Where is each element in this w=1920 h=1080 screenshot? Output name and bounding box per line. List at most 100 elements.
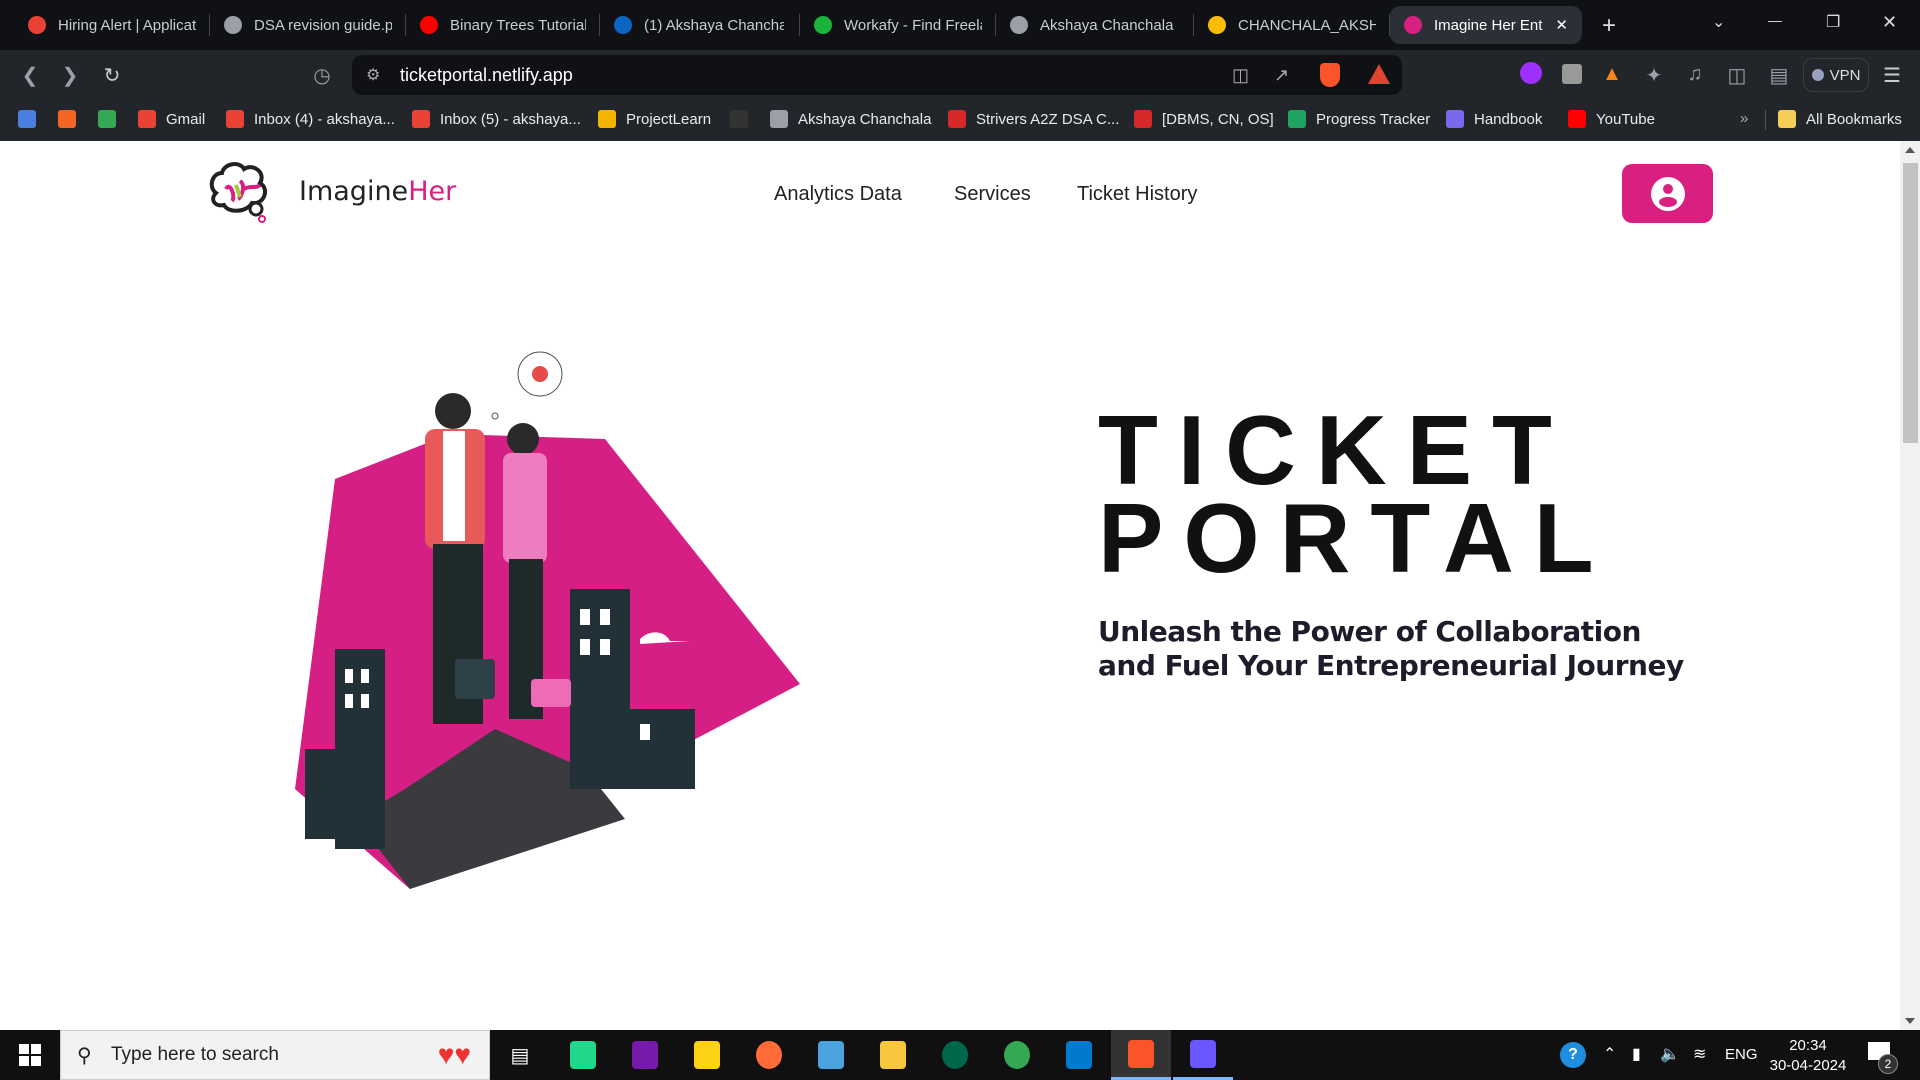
minimize-icon[interactable]: — — [1768, 12, 1782, 28]
bookmark-item[interactable] — [18, 110, 36, 128]
bookmark-item[interactable]: YouTube — [1568, 110, 1655, 128]
taskbar-app[interactable] — [863, 1030, 923, 1080]
scroll-up-icon[interactable] — [1905, 147, 1915, 153]
menu-icon[interactable]: ☰ — [1880, 63, 1904, 88]
nav-services[interactable]: Services — [954, 183, 1031, 206]
taskbar-app[interactable] — [1173, 1030, 1233, 1080]
extension-grey-icon[interactable] — [1562, 64, 1582, 84]
close-tab-icon[interactable]: ✕ — [1555, 16, 1568, 34]
scrollbar-thumb[interactable] — [1903, 163, 1918, 443]
bookmark-label: [DBMS, CN, OS] — [1162, 110, 1274, 128]
brand-name[interactable]: ImagineHer — [299, 176, 456, 207]
nav-analytics-data[interactable]: Analytics Data — [774, 183, 902, 206]
bookmark-item[interactable] — [98, 110, 116, 128]
windows-icon — [19, 1044, 41, 1066]
gmail-icon — [28, 16, 46, 34]
browser-tab[interactable]: Workafy - Find Freela — [800, 6, 996, 44]
task-view-button[interactable]: ▤ — [490, 1030, 550, 1080]
show-hidden-icons[interactable]: ⌃ — [1603, 1044, 1616, 1064]
browser-tab[interactable]: CHANCHALA_AKSHA — [1194, 6, 1390, 44]
bookmark-item[interactable]: [DBMS, CN, OS] — [1134, 110, 1274, 128]
tab-search-icon[interactable]: ⌄ — [1712, 12, 1725, 32]
close-window-icon[interactable]: ✕ — [1882, 12, 1897, 33]
vpn-button[interactable]: VPN — [1803, 58, 1869, 92]
taskbar-app[interactable] — [987, 1030, 1047, 1080]
bookmark-item[interactable] — [730, 110, 748, 128]
battery-icon[interactable]: ▮ — [1632, 1044, 1641, 1064]
more-bookmarks-icon[interactable]: » — [1740, 110, 1748, 127]
taskbar-app[interactable] — [1049, 1030, 1109, 1080]
taskbar-app[interactable] — [739, 1030, 799, 1080]
reload-icon[interactable]: ↻ — [100, 63, 124, 88]
volume-icon[interactable]: 🔈 — [1660, 1044, 1680, 1064]
bookmark-item[interactable]: Akshaya Chanchala — [770, 110, 931, 128]
address-bar[interactable]: ⚙ ticketportal.netlify.app ◫ ↗ — [352, 55, 1402, 95]
youtube-icon — [420, 16, 438, 34]
bookmark-item[interactable]: Gmail — [138, 110, 205, 128]
restore-icon[interactable]: ❐ — [1826, 12, 1840, 32]
scroll-down-icon[interactable] — [1905, 1018, 1915, 1024]
back-icon[interactable]: ❮ — [18, 63, 42, 88]
intellij-icon — [1190, 1039, 1216, 1068]
taskbar-app[interactable] — [925, 1030, 985, 1080]
language-indicator[interactable]: ENG — [1725, 1046, 1758, 1063]
taskbar-app[interactable] — [1111, 1030, 1171, 1080]
all-bookmarks[interactable]: All Bookmarks — [1778, 110, 1902, 128]
url-text: ticketportal.netlify.app — [400, 64, 573, 85]
browser-tab[interactable]: DSA revision guide.pc — [210, 6, 406, 44]
install-app-icon[interactable]: ◫ — [1232, 65, 1249, 86]
imagineher-logo[interactable] — [206, 159, 274, 227]
help-icon[interactable]: ? — [1560, 1042, 1586, 1068]
bookmark-label: YouTube — [1596, 110, 1655, 128]
hero-subtitle-line2: and Fuel Your Entrepreneurial Journey — [1098, 649, 1684, 682]
brand-first: Imagine — [299, 176, 409, 207]
taskbar-app[interactable] — [615, 1030, 675, 1080]
bookmark-item[interactable]: Progress Tracker — [1288, 110, 1430, 128]
wifi-icon[interactable]: ≋ — [1693, 1044, 1706, 1064]
brave-icon — [1128, 1039, 1154, 1068]
sidebar-icon[interactable]: ◫ — [1725, 63, 1749, 88]
code-icon — [1446, 110, 1464, 128]
mongodb-compass-icon — [942, 1041, 968, 1069]
browser-tab[interactable]: Hiring Alert | Applicat — [14, 6, 210, 44]
new-tab-icon[interactable]: + — [1602, 12, 1616, 40]
media-icon[interactable]: ♫ — [1683, 63, 1707, 86]
wallet-icon[interactable]: ▤ — [1767, 63, 1791, 88]
browser-tab[interactable]: Binary Trees Tutorial - — [406, 6, 600, 44]
taskbar-search[interactable]: ⚲ Type here to search ♥♥ — [60, 1030, 490, 1080]
bookmark-item[interactable]: Inbox (4) - akshaya... — [226, 110, 395, 128]
bookmark-item[interactable]: Inbox (5) - akshaya... — [412, 110, 581, 128]
bookmark-page-icon[interactable]: ◷ — [310, 63, 334, 88]
brave-shields-icon[interactable] — [1320, 63, 1340, 87]
drive-icon — [1208, 16, 1226, 34]
tab-label: Akshaya Chanchala — [1040, 16, 1174, 34]
bookmark-item[interactable] — [58, 110, 76, 128]
brave-rewards-icon[interactable] — [1368, 64, 1390, 84]
scrollbar[interactable] — [1900, 141, 1920, 1030]
tab-label: Workafy - Find Freela — [844, 16, 982, 34]
bookmark-label: Strivers A2Z DSA C... — [976, 110, 1120, 128]
nav-ticket-history[interactable]: Ticket History — [1077, 183, 1197, 206]
browser-tab[interactable]: Akshaya Chanchala — [996, 6, 1194, 44]
site-settings-icon[interactable]: ⚙ — [366, 65, 380, 85]
start-button[interactable] — [0, 1030, 60, 1080]
browser-tab[interactable]: (1) Akshaya Chanchal — [600, 6, 800, 44]
profile-button[interactable] — [1622, 164, 1713, 223]
extension-purple-icon[interactable] — [1520, 62, 1542, 84]
browser-tab[interactable]: Imagine Her Entr ✕ — [1390, 6, 1582, 44]
bookmark-label: Inbox (4) - akshaya... — [254, 110, 395, 128]
taskbar-app[interactable] — [553, 1030, 613, 1080]
clock[interactable]: 20:34 30-04-2024 — [1768, 1036, 1848, 1076]
globe-icon — [1010, 16, 1028, 34]
divider — [1765, 110, 1766, 130]
share-icon[interactable]: ↗ — [1274, 65, 1289, 86]
bookmark-item[interactable]: Handbook — [1446, 110, 1542, 128]
metamask-icon[interactable]: ▲ — [1600, 63, 1624, 86]
forward-icon[interactable]: ❯ — [58, 63, 82, 88]
search-placeholder: Type here to search — [111, 1044, 279, 1065]
extensions-icon[interactable]: ✦ — [1642, 63, 1666, 88]
taskbar-app[interactable] — [677, 1030, 737, 1080]
bookmark-item[interactable]: ProjectLearn — [598, 110, 711, 128]
bookmark-item[interactable]: Strivers A2Z DSA C... — [948, 110, 1119, 128]
taskbar-app[interactable] — [801, 1030, 861, 1080]
